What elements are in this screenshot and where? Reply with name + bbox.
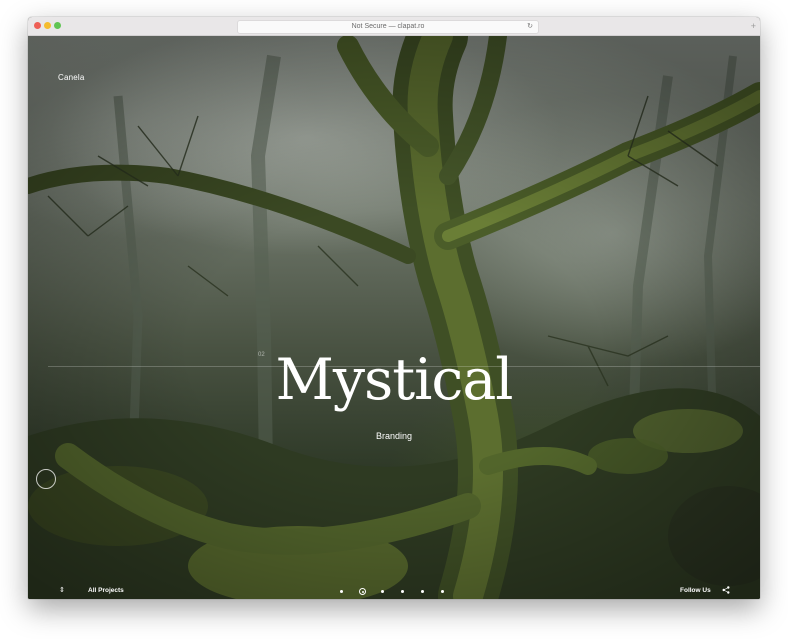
pagination-dot[interactable] bbox=[381, 590, 384, 593]
pagination-dot[interactable] bbox=[421, 590, 424, 593]
plus-icon[interactable]: + bbox=[751, 20, 756, 32]
slide-pagination bbox=[340, 588, 450, 596]
cursor-circle-icon bbox=[36, 469, 56, 489]
browser-toolbar: Not Secure — clapat.ro ↻ + bbox=[28, 17, 760, 36]
address-text: Not Secure — clapat.ro bbox=[351, 23, 425, 30]
pagination-dot[interactable] bbox=[340, 590, 343, 593]
all-projects-link[interactable]: All Projects bbox=[88, 587, 124, 594]
reload-icon[interactable]: ↻ bbox=[527, 21, 533, 33]
sort-arrows-icon[interactable]: ⇕ bbox=[59, 587, 65, 595]
hero-subtitle: Branding bbox=[375, 431, 413, 441]
minimize-window-button[interactable] bbox=[44, 22, 51, 29]
site-logo[interactable]: Canela bbox=[58, 73, 85, 82]
vignette-overlay bbox=[28, 36, 760, 599]
pagination-dot-active[interactable] bbox=[359, 588, 366, 595]
hero-title[interactable]: Mystical bbox=[28, 347, 760, 413]
share-icon[interactable] bbox=[722, 586, 730, 594]
pagination-dot[interactable] bbox=[441, 590, 444, 593]
address-bar[interactable]: Not Secure — clapat.ro ↻ bbox=[237, 20, 539, 34]
browser-window: Not Secure — clapat.ro ↻ + Canela 02 Mys… bbox=[28, 17, 760, 599]
close-window-button[interactable] bbox=[34, 22, 41, 29]
hero-slider[interactable]: Canela 02 Mystical Branding ⇕ All Projec… bbox=[28, 36, 760, 599]
zoom-window-button[interactable] bbox=[54, 22, 61, 29]
follow-us-link[interactable]: Follow Us bbox=[680, 587, 711, 594]
pagination-dot[interactable] bbox=[401, 590, 404, 593]
